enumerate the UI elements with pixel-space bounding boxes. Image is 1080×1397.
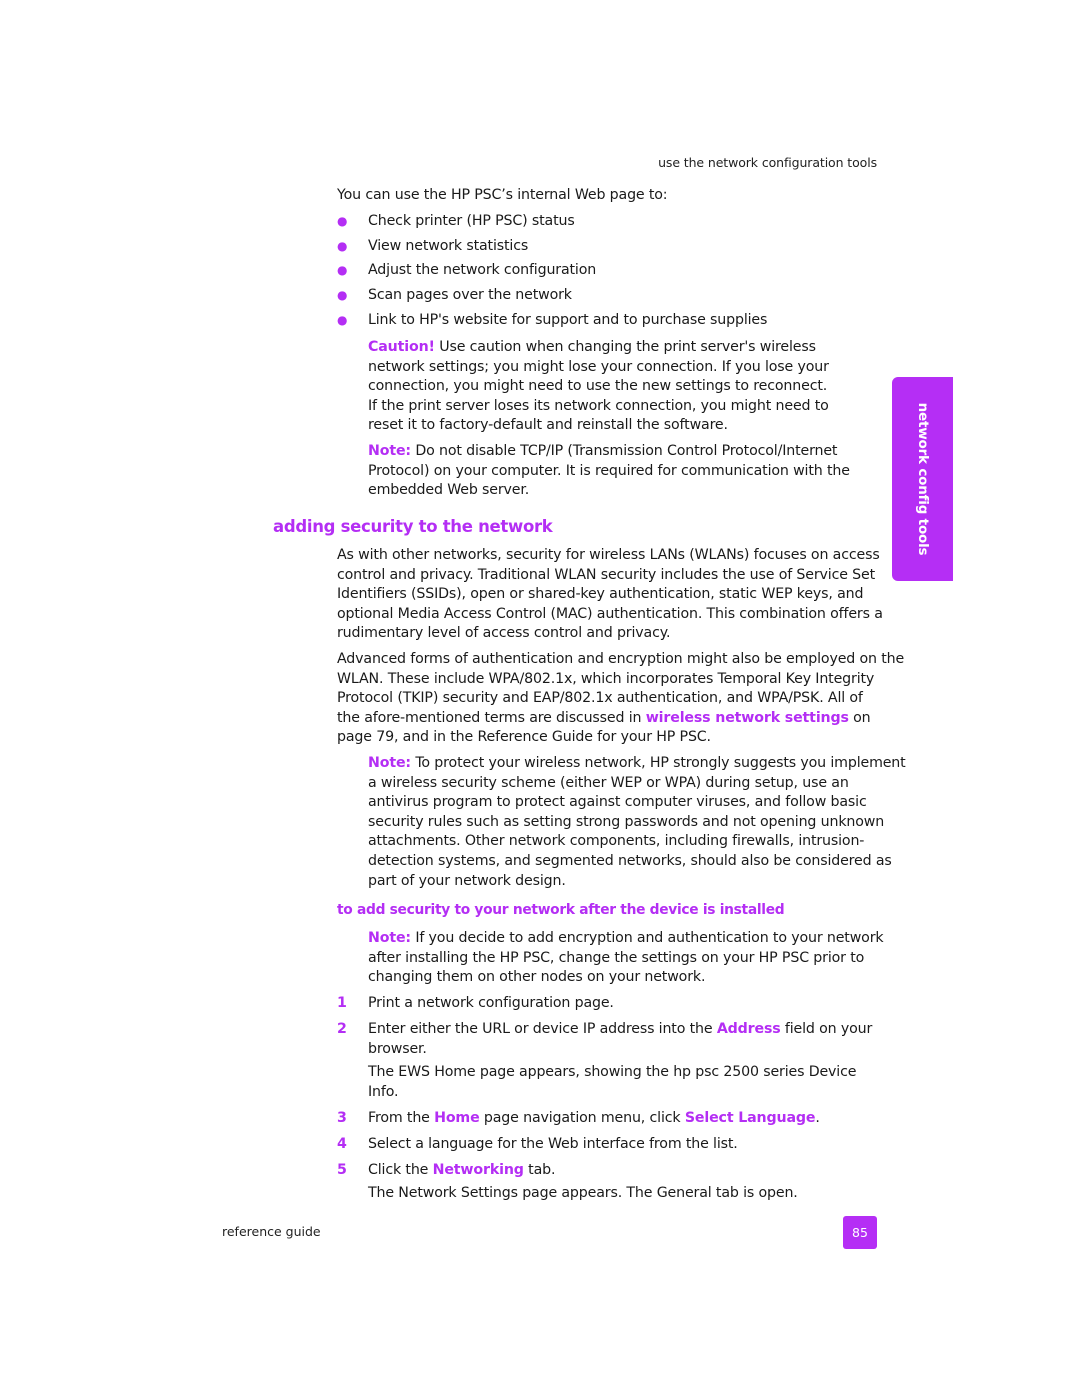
footer-title: reference guide	[222, 1224, 321, 1239]
step-number: 3	[337, 1110, 347, 1126]
note-encryption: Note: If you decide to add encryption an…	[368, 930, 884, 986]
paragraph-advanced-auth: Advanced forms of authentication and enc…	[337, 651, 905, 746]
step-number: 1	[337, 995, 347, 1011]
address-field-ref: Address	[716, 1021, 781, 1037]
caution-label: Caution!	[368, 339, 435, 355]
paragraph-wlan-security: As with other networks, security for wir…	[337, 547, 883, 642]
bullet-icon: ●	[337, 313, 348, 327]
note-label: Note:	[368, 930, 411, 946]
bullet-icon: ●	[337, 263, 348, 277]
procedure-heading: to add security to your network after th…	[337, 902, 785, 918]
intro-text: You can use the HP PSC’s internal Web pa…	[337, 187, 668, 203]
note-protect-network: Note: To protect your wireless network, …	[368, 755, 906, 889]
chapter-tab[interactable]: network config tools	[892, 377, 953, 581]
caution-note: Caution! Use caution when changing the p…	[368, 339, 829, 434]
note-label: Note:	[368, 755, 411, 771]
networking-tab-ref: Networking	[432, 1162, 524, 1178]
wireless-network-settings-link[interactable]: wireless network settings	[646, 710, 849, 726]
step-number: 2	[337, 1021, 347, 1037]
select-language-ref: Select Language	[684, 1110, 816, 1126]
section-heading: adding security to the network	[273, 517, 553, 536]
note-label: Note:	[368, 443, 411, 459]
bullet-icon: ●	[337, 288, 348, 302]
running-header: use the network configuration tools	[658, 155, 877, 170]
step-number: 5	[337, 1162, 347, 1178]
page-number-badge: 85	[843, 1216, 877, 1249]
home-menu-ref: Home	[434, 1110, 480, 1126]
bullet-icon: ●	[337, 239, 348, 253]
bullet-icon: ●	[337, 214, 348, 228]
note-tcpip: Note: Do not disable TCP/IP (Transmissio…	[368, 443, 850, 499]
chapter-tab-label: network config tools	[914, 402, 931, 556]
step-number: 4	[337, 1136, 347, 1152]
